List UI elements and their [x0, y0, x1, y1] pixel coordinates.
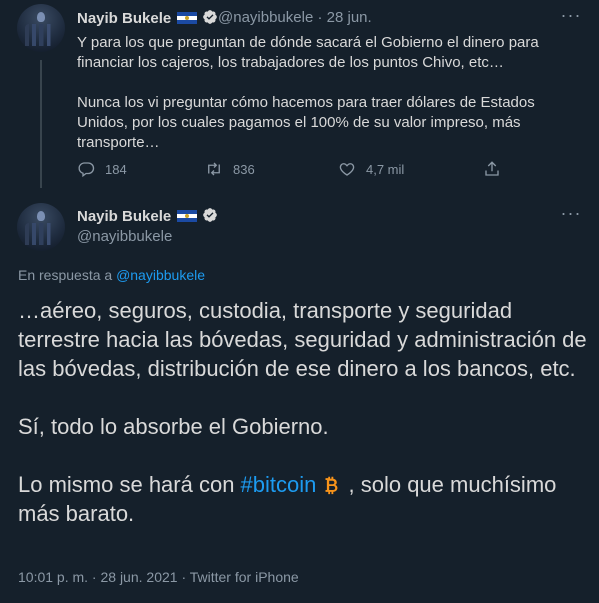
retweet-button[interactable]: 836 [205, 160, 255, 178]
author-name[interactable]: Nayib Bukele [77, 9, 218, 27]
author-name[interactable]: Nayib Bukele [77, 207, 218, 225]
tweet-actions: 184 836 4,7 mil [77, 160, 517, 182]
retweet-count: 836 [233, 161, 255, 177]
handle-date: @nayibbukele · 28 jun. [218, 9, 372, 26]
el-salvador-flag-icon [177, 210, 198, 222]
author-handle[interactable]: @nayibbukele [218, 9, 313, 26]
reply-button[interactable]: 184 [77, 160, 127, 178]
avatar[interactable] [17, 4, 65, 52]
reply-prefix: En respuesta a [18, 267, 113, 283]
share-button[interactable] [483, 160, 501, 178]
tweet-paragraph: Sí, todo lo absorbe el Gobierno. [18, 414, 329, 439]
hashtag-link[interactable]: #bitcoin [241, 472, 317, 497]
tweet-paragraph: Lo mismo se hará con #bitcoin , solo que… [18, 470, 593, 528]
author-name-text[interactable]: Nayib Bukele [77, 208, 171, 225]
like-count: 4,7 mil [366, 161, 405, 177]
reply-to-link[interactable]: @nayibbukele [116, 267, 205, 283]
tweet-metadata[interactable]: 10:01 p. m. · 28 jun. 2021 · Twitter for… [18, 569, 299, 585]
tweet-paragraph: Y para los que preguntan de dónde sacará… [77, 34, 539, 71]
tweet-paragraph: Nunca los vi preguntar cómo hacemos para… [77, 94, 535, 151]
more-options-icon[interactable]: ··· [560, 204, 582, 226]
more-options-icon[interactable]: ··· [560, 6, 582, 28]
share-icon [485, 161, 499, 176]
tweet-paragraph: …aéreo, seguros, custodia, transporte y … [18, 298, 587, 381]
reply-context: En respuesta a @nayibbukele [18, 267, 205, 283]
like-icon [339, 163, 355, 176]
reply-count: 184 [105, 161, 127, 177]
tweet-text: Y para los que preguntan de dónde sacará… [77, 33, 567, 153]
reply-icon [78, 162, 95, 178]
author-handle[interactable]: @nayibbukele [77, 228, 172, 245]
avatar[interactable] [17, 203, 65, 251]
like-button[interactable]: 4,7 mil [338, 160, 404, 178]
verified-badge-icon [203, 10, 218, 24]
paragraph-text: Lo mismo se hará con [18, 472, 241, 497]
separator-dot: · [317, 9, 323, 26]
thread-line [40, 60, 42, 188]
tweet-text: …aéreo, seguros, custodia, transporte y … [18, 296, 593, 528]
bitcoin-emoji-icon [325, 476, 338, 495]
el-salvador-flag-icon [177, 12, 198, 24]
retweet-icon [208, 162, 220, 176]
verified-badge-icon [203, 208, 218, 222]
author-name-text[interactable]: Nayib Bukele [77, 10, 171, 27]
tweet-date[interactable]: 28 jun. [327, 9, 372, 26]
